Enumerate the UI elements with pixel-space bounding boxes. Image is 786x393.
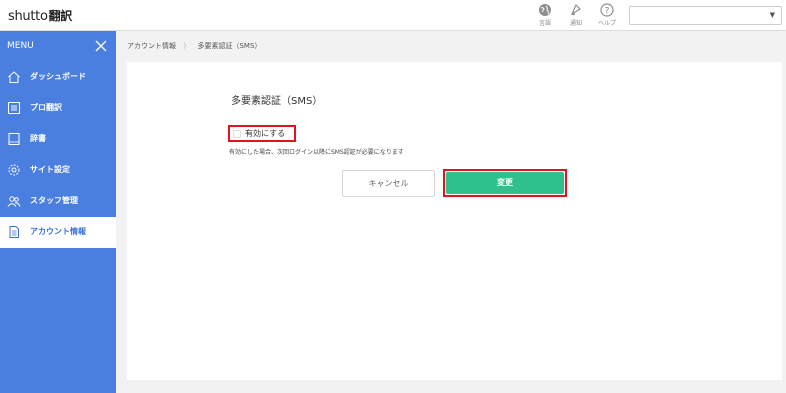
menu-label: MENU [7,41,34,51]
enable-checkbox-highlight: 有効にする [228,125,296,142]
caret-down-icon: ▼ [769,11,775,19]
sms-note: 有効にした場合、次回ログイン以降にSMS認証が必要になります [229,149,404,156]
sidebar-item-label: アカウント情報 [30,227,86,236]
notification-button[interactable]: 通知 [563,3,589,27]
logo-brand: shutto [8,9,48,24]
svg-text:?: ? [605,7,610,17]
close-icon[interactable] [94,39,108,53]
globe-icon [539,4,551,16]
sidebar-item-label: プロ翻訳 [30,103,62,112]
top-bar: shutto翻訳 言語 通知 ? ヘルプ ▼ [0,0,786,31]
sidebar-item-label: ダッシュボード [30,72,86,81]
sidebar-header: MENU [0,31,116,61]
document-icon [9,226,19,238]
sidebar-item-label: サイト設定 [30,165,70,174]
gear-icon [8,164,20,176]
grid-icon [8,102,20,114]
breadcrumb-current: 多要素認証（SMS） [197,42,262,50]
breadcrumb-parent[interactable]: アカウント情報 [127,42,176,50]
sidebar-item-label: 辞書 [30,134,46,143]
enable-checkbox-label[interactable]: 有効にする [245,128,285,139]
help-button[interactable]: ? ヘルプ [594,3,620,27]
help-label: ヘルプ [597,20,616,27]
notification-label: 通知 [569,20,582,27]
sidebar-item-label: スタッフ管理 [30,196,78,205]
sidebar-item-dictionary[interactable]: 辞書 [0,124,116,155]
book-icon [8,133,20,145]
sidebar-item-dashboard[interactable]: ダッシュボード [0,62,116,93]
language-label: 言語 [538,20,551,27]
sidebar-item-staff[interactable]: スタッフ管理 [0,186,116,217]
sidebar: MENU ダッシュボード プロ翻訳 辞書 サイト設定 スタッフ管理 アカウント情… [0,31,116,393]
sidebar-item-account-info[interactable]: アカウント情報 [0,217,116,248]
language-button[interactable]: 言語 [532,3,558,27]
change-button[interactable]: 変更 [446,172,564,194]
app-logo[interactable]: shutto翻訳 [8,7,72,24]
account-select[interactable]: ▼ [629,6,782,25]
breadcrumb-separator: 〉 [183,42,191,50]
change-button-highlight: 変更 [443,169,567,197]
cancel-button[interactable]: キャンセル [342,170,435,197]
sidebar-item-pro-translation[interactable]: プロ翻訳 [0,93,116,124]
staff-icon [7,196,21,207]
sidebar-item-site-settings[interactable]: サイト設定 [0,155,116,186]
home-icon [8,71,20,83]
help-icon: ? [600,3,614,17]
logo-suffix: 翻訳 [48,9,73,23]
main-panel: 多要素認証（SMS） 有効にする 有効にした場合、次回ログイン以降にSMS認証が… [127,62,782,380]
bell-icon [570,3,581,16]
page-title: 多要素認証（SMS） [231,96,323,107]
breadcrumb: アカウント情報 〉 多要素認証（SMS） [127,36,261,56]
enable-checkbox[interactable] [233,130,241,138]
